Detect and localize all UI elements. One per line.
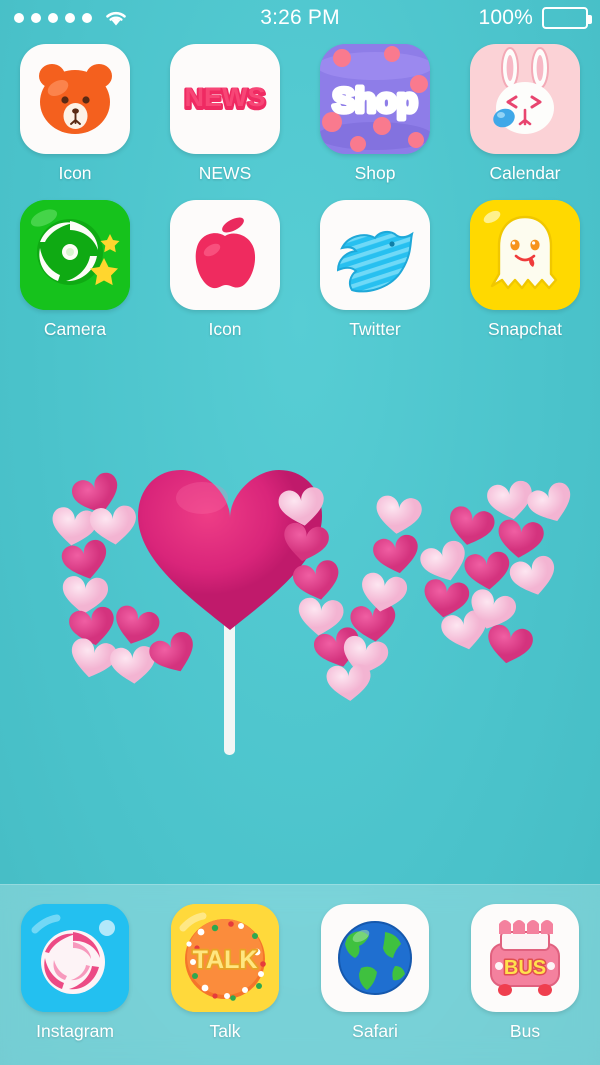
dock-label: Safari [352,1021,398,1041]
svg-text:Shop: Shop [333,82,418,120]
svg-text:TALK: TALK [193,946,258,974]
dock-label: Bus [509,1021,541,1041]
signal-dot-icon [65,13,75,23]
status-bar-time: 3:26 PM [260,6,340,29]
dock-icon-bus[interactable]: BUS Bus [450,904,600,1042]
rabbit-icon[interactable] [470,44,580,154]
status-bar: 3:26 PM 100% [0,0,600,36]
dock-label: Instagram [36,1021,114,1041]
app-label: Camera [43,319,107,339]
dock-icon-talk[interactable]: TALK Talk [150,904,300,1042]
svg-text:BUS: BUS [504,957,546,979]
bird-icon[interactable] [320,200,430,310]
dock-grid: Instagram TALK Talk Safari BUS Bus [0,904,600,1042]
news-icon[interactable]: NEWS NEWS [170,44,280,154]
app-label: NEWS [198,163,252,183]
app-label: Calendar [489,163,561,183]
app-grid: Icon NEWS NEWS NEWS Shop Shop Calendar C… [0,44,600,340]
lollipop-swirl-icon[interactable] [21,904,129,1012]
app-label: Icon [58,163,92,183]
apple-icon[interactable] [170,200,280,310]
status-bar-left [0,8,198,28]
app-icon-news[interactable]: NEWS NEWS NEWS [150,44,300,184]
battery-nub [588,15,592,24]
shop-icon[interactable]: Shop [320,44,430,154]
app-label: Icon [208,319,242,339]
app-icon-apple[interactable]: Icon [150,200,300,340]
battery-full-icon [542,7,592,29]
app-icon-camera[interactable]: Camera [0,200,150,340]
signal-dot-icon [14,13,24,23]
svg-text:NEWS: NEWS [185,82,266,112]
status-bar-right: 100% [402,6,600,30]
candy-letter-e [417,479,578,668]
dock: Instagram TALK Talk Safari BUS Bus [0,884,600,1065]
app-icon-twitter[interactable]: Twitter [300,200,450,340]
signal-dot-icon [48,13,58,23]
app-label: Twitter [349,319,401,339]
battery-percent-label: 100% [478,6,533,29]
app-icon-bear[interactable]: Icon [0,44,150,184]
dock-icon-instagram[interactable]: Instagram [0,904,150,1042]
globe-icon[interactable] [321,904,429,1012]
dock-icon-safari[interactable]: Safari [300,904,450,1042]
talk-cookie-icon[interactable]: TALK [171,904,279,1012]
app-icon-calendar[interactable]: Calendar [450,44,600,184]
app-icon-snapchat[interactable]: Snapchat [450,200,600,340]
app-label: Snapchat [488,319,562,339]
app-label: Shop [354,163,396,183]
dock-label: Talk [209,1021,241,1041]
signal-dot-icon [82,13,92,23]
wifi-icon [106,12,126,26]
camera-icon[interactable] [20,200,130,310]
bus-icon[interactable]: BUS [471,904,579,1012]
bear-icon[interactable] [20,44,130,154]
signal-dot-icon [31,13,41,23]
app-icon-shop[interactable]: Shop Shop [300,44,450,184]
candy-letter-v [277,485,423,703]
ghost-icon[interactable] [470,200,580,310]
